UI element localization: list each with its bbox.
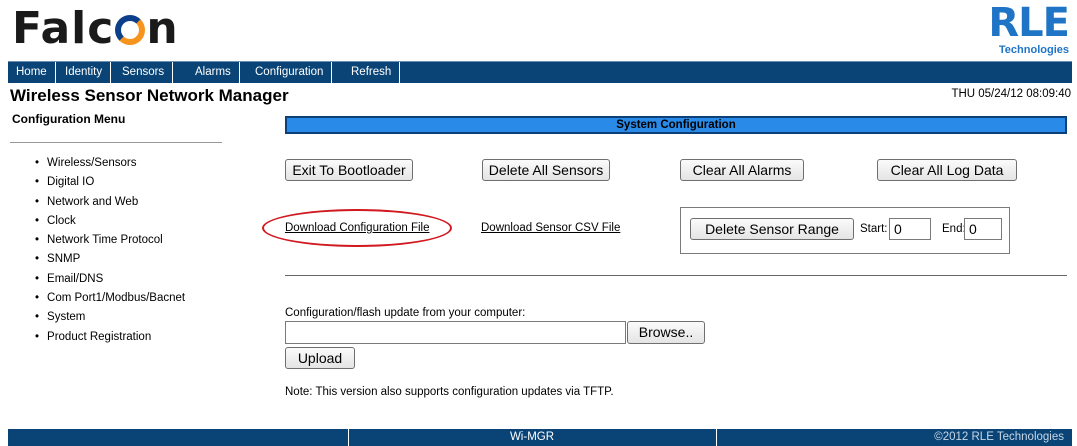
datetime-display: THU 05/24/12 08:09:40 (951, 88, 1071, 100)
flash-update-label: Configuration/flash update from your com… (285, 307, 526, 319)
browse-button[interactable]: Browse.. (627, 321, 705, 344)
config-menu: Wireless/Sensors Digital IO Network and … (35, 154, 185, 347)
range-end-label: End: (942, 223, 966, 235)
sidebar-item-com-port1[interactable]: Com Port1/Modbus/Bacnet (35, 289, 185, 308)
nav-sensors[interactable]: Sensors (114, 62, 174, 83)
footer-separator (716, 429, 717, 446)
delete-sensor-range-button[interactable]: Delete Sensor Range (690, 218, 854, 240)
sidebar-item-snmp[interactable]: SNMP (35, 250, 185, 269)
nav-home[interactable]: Home (8, 62, 56, 83)
sidebar-title: Configuration Menu (12, 112, 126, 126)
download-configuration-link[interactable]: Download Configuration File (285, 222, 429, 234)
download-sensor-csv-link[interactable]: Download Sensor CSV File (481, 222, 620, 234)
footer-bar: Wi-MGR ©2012 RLE Technologies (8, 429, 1072, 446)
range-start-label: Start: (860, 223, 888, 235)
delete-all-sensors-button[interactable]: Delete All Sensors (482, 159, 610, 181)
sidebar-item-email-dns[interactable]: Email/DNS (35, 270, 185, 289)
nav-identity[interactable]: Identity (57, 62, 112, 83)
section-header: System Configuration (285, 116, 1067, 134)
page-title: Wireless Sensor Network Manager (10, 86, 289, 105)
falcon-logo: Falc n (12, 3, 179, 54)
sidebar-item-digital-io[interactable]: Digital IO (35, 173, 185, 192)
sidebar-item-wireless-sensors[interactable]: Wireless/Sensors (35, 154, 185, 173)
sensor-range-panel: Delete Sensor Range Start: 0 End: 0 (680, 207, 1010, 254)
nav-configuration[interactable]: Configuration (247, 62, 333, 83)
sidebar-item-network-and-web[interactable]: Network and Web (35, 193, 185, 212)
sidebar-item-product-registration[interactable]: Product Registration (35, 328, 185, 347)
section-divider (285, 275, 1067, 276)
falcon-logo-mark-icon (115, 15, 146, 45)
upload-button[interactable]: Upload (285, 347, 355, 369)
rle-logo: RLE Technologies (973, 0, 1070, 58)
clear-all-log-data-button[interactable]: Clear All Log Data (877, 159, 1017, 181)
range-end-input[interactable]: 0 (964, 218, 1002, 240)
nav-refresh[interactable]: Refresh (343, 62, 401, 83)
sidebar-item-network-time-protocol[interactable]: Network Time Protocol (35, 231, 185, 250)
nav-alarms[interactable]: Alarms (187, 62, 240, 83)
sidebar-divider (10, 142, 222, 143)
range-start-input[interactable]: 0 (889, 218, 931, 240)
file-path-input[interactable] (285, 321, 626, 344)
footer-app-name: Wi-MGR (509, 431, 555, 443)
sidebar-item-clock[interactable]: Clock (35, 212, 185, 231)
top-navigation: Home Identity Sensors Alarms Configurati… (8, 61, 1072, 83)
clear-all-alarms-button[interactable]: Clear All Alarms (680, 159, 804, 181)
rle-logo-text: RLE (988, 0, 1070, 46)
tftp-note: Note: This version also supports configu… (285, 386, 614, 398)
footer-copyright: ©2012 RLE Technologies (934, 431, 1064, 443)
exit-to-bootloader-button[interactable]: Exit To Bootloader (285, 159, 413, 181)
sidebar-item-system[interactable]: System (35, 308, 185, 327)
